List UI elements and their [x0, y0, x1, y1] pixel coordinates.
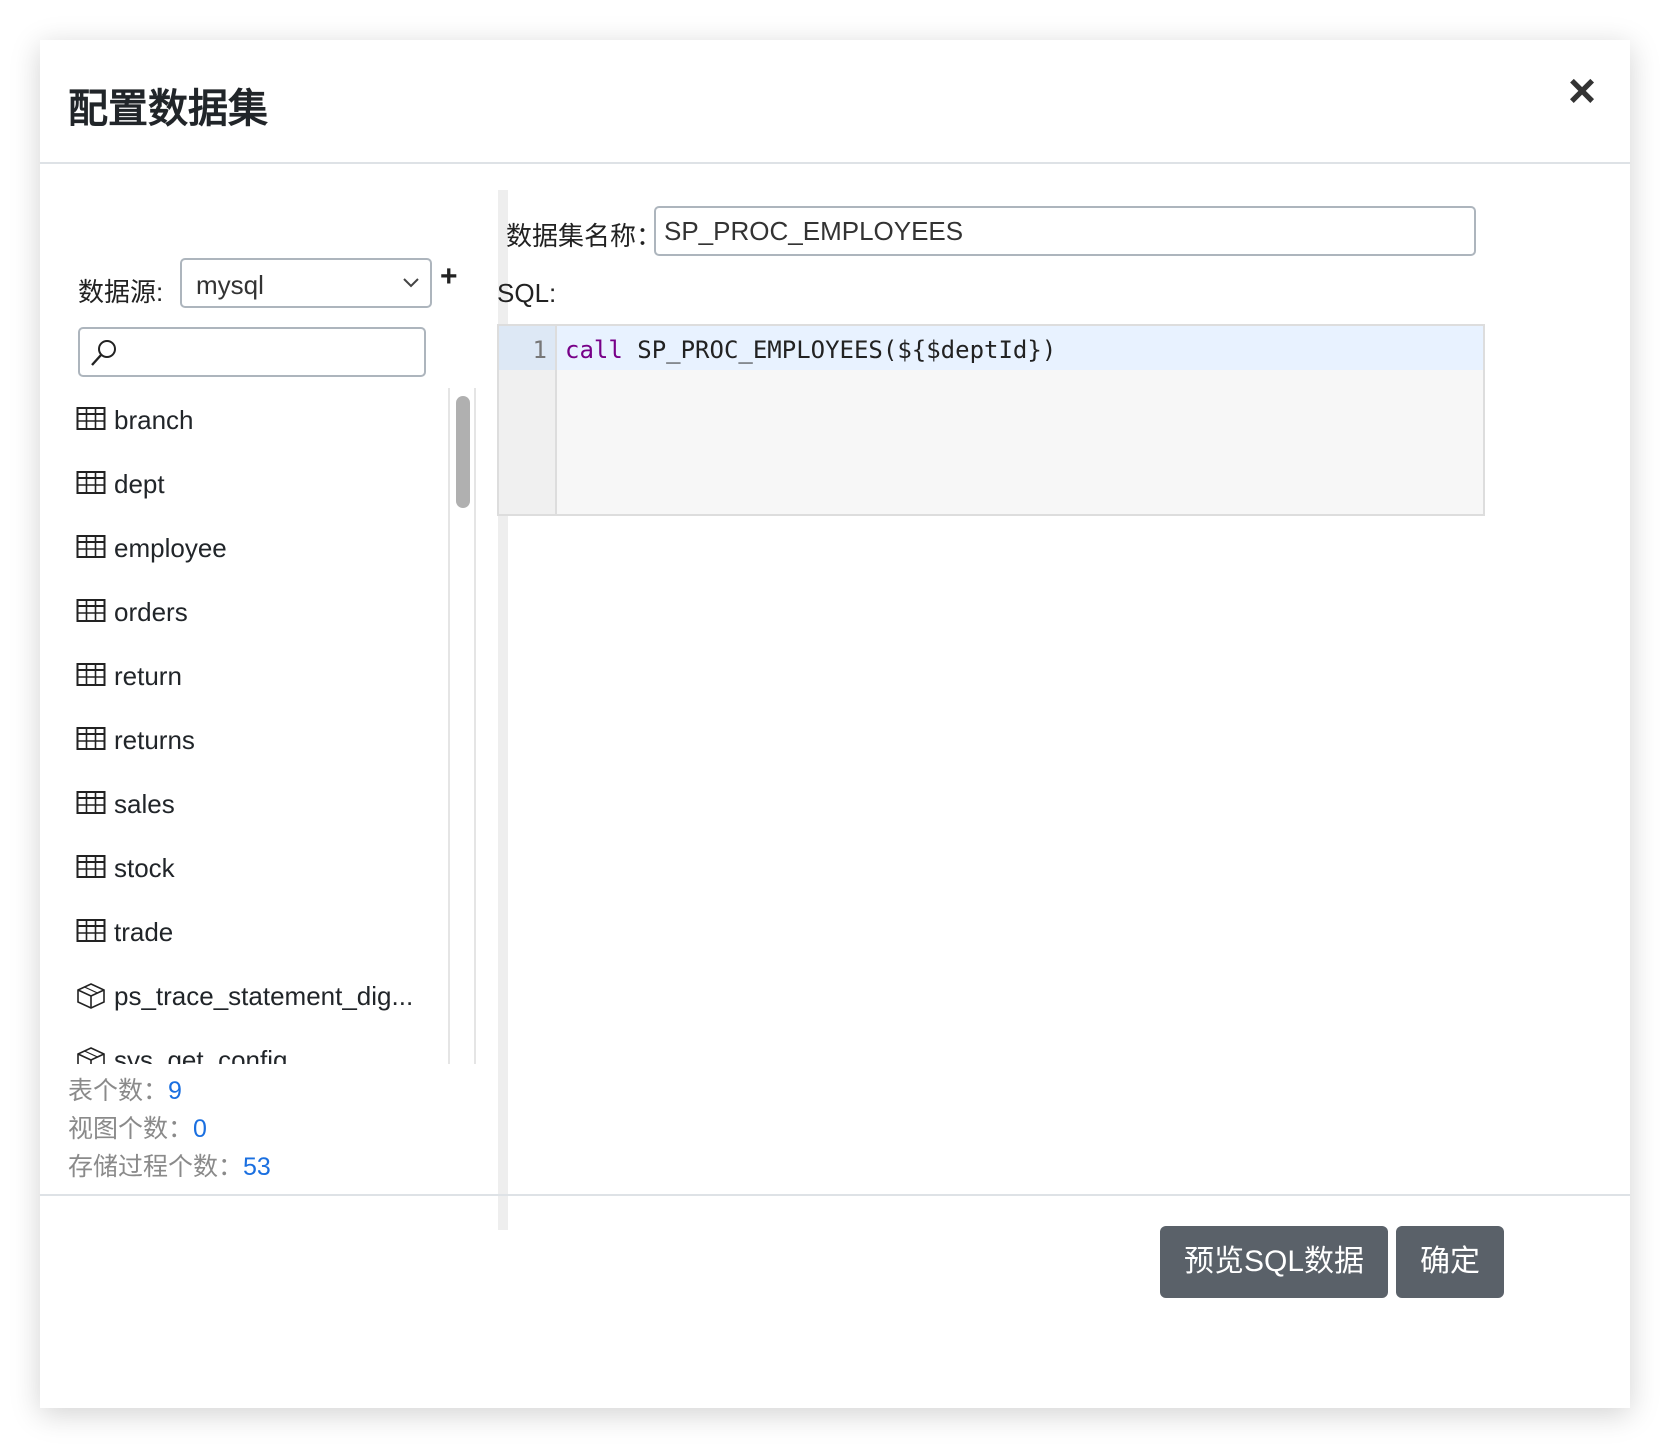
dataset-name-label: 数据集名称： [506, 221, 663, 251]
list-item-label: return [114, 660, 182, 691]
list-item[interactable]: orders [76, 580, 446, 644]
table-icon [76, 726, 108, 754]
list-item[interactable]: sales [76, 772, 446, 836]
code-line[interactable]: call SP_PROC_EMPLOYEES(${$deptId}) [565, 336, 1056, 364]
table-icon [76, 790, 108, 818]
editor-gutter: 1 [499, 326, 557, 514]
list-item-label: branch [114, 404, 194, 435]
table-icon [76, 854, 108, 882]
preview-sql-button[interactable]: 预览SQL数据 [1160, 1226, 1388, 1298]
list-item-label: sys_get_config [114, 1044, 288, 1065]
search-input[interactable] [124, 335, 418, 371]
list-item-label: returns [114, 724, 195, 755]
dialog-footer: 预览SQL数据 确定 [40, 1194, 1630, 1408]
sql-editor[interactable]: 1 call SP_PROC_EMPLOYEES(${$deptId}) [497, 324, 1485, 516]
stats-summary: 表个数：9 视图个数：0 存储过程个数：53 [68, 1072, 271, 1186]
list-item[interactable]: dept [76, 452, 446, 516]
dialog-header: 配置数据集 × [40, 40, 1630, 164]
list-item-label: ps_trace_statement_dig... [114, 980, 414, 1011]
list-item[interactable]: ps_trace_statement_dig... [76, 964, 446, 1028]
close-icon[interactable]: × [1564, 68, 1600, 116]
datasource-label: 数据源: [78, 277, 164, 307]
left-panel: 数据源: mysql + branch dept employee orders ret… [40, 164, 498, 1280]
list-item-label: employee [114, 532, 227, 563]
table-list: branch dept employee orders return returns sal… [76, 388, 446, 1064]
list-item[interactable]: trade [76, 900, 446, 964]
scrollbar-thumb[interactable] [456, 396, 470, 508]
list-item[interactable]: branch [76, 388, 446, 452]
table-icon [76, 918, 108, 946]
proc-count-value: 53 [243, 1153, 271, 1181]
table-count-row: 表个数：9 [68, 1072, 271, 1110]
chevron-down-icon [402, 276, 420, 295]
list-item[interactable]: returns [76, 708, 446, 772]
table-count-value: 9 [168, 1077, 182, 1105]
table-icon [76, 662, 108, 690]
view-count-value: 0 [193, 1115, 207, 1143]
confirm-button[interactable]: 确定 [1396, 1226, 1504, 1298]
dialog-title: 配置数据集 [68, 87, 268, 131]
line-number: 1 [532, 336, 547, 364]
list-item-label: dept [114, 468, 165, 499]
list-item[interactable]: return [76, 644, 446, 708]
dataset-name-input[interactable] [654, 206, 1476, 256]
table-count-label: 表个数： [68, 1077, 169, 1105]
proc-count-row: 存储过程个数：53 [68, 1148, 271, 1186]
sql-label: SQL: [497, 278, 557, 308]
search-icon [88, 337, 120, 374]
table-icon [76, 534, 108, 562]
table-icon [76, 598, 108, 626]
dataset-config-dialog: 配置数据集 × 数据源: mysql + branch dept employee o… [40, 40, 1630, 1408]
table-icon [76, 470, 108, 498]
table-list-scrollbar[interactable] [448, 388, 476, 1064]
datasource-select[interactable]: mysql [180, 258, 432, 308]
list-item[interactable]: employee [76, 516, 446, 580]
sql-keyword: call [565, 336, 623, 364]
table-icon [76, 406, 108, 434]
list-item-label: stock [114, 852, 175, 883]
list-item-label: trade [114, 916, 174, 947]
cube-icon [76, 1046, 108, 1064]
datasource-selected-value: mysql [196, 270, 264, 300]
list-item[interactable]: stock [76, 836, 446, 900]
list-item[interactable]: sys_get_config [76, 1028, 446, 1064]
add-datasource-button[interactable]: + [440, 260, 458, 294]
list-item-label: sales [114, 788, 175, 819]
list-item-label: orders [114, 596, 188, 627]
search-box[interactable] [78, 327, 426, 377]
proc-count-label: 存储过程个数： [68, 1153, 244, 1181]
view-count-row: 视图个数：0 [68, 1110, 271, 1148]
cube-icon [76, 982, 108, 1010]
sql-code: SP_PROC_EMPLOYEES(${$deptId}) [622, 336, 1057, 364]
view-count-label: 视图个数： [68, 1115, 194, 1143]
